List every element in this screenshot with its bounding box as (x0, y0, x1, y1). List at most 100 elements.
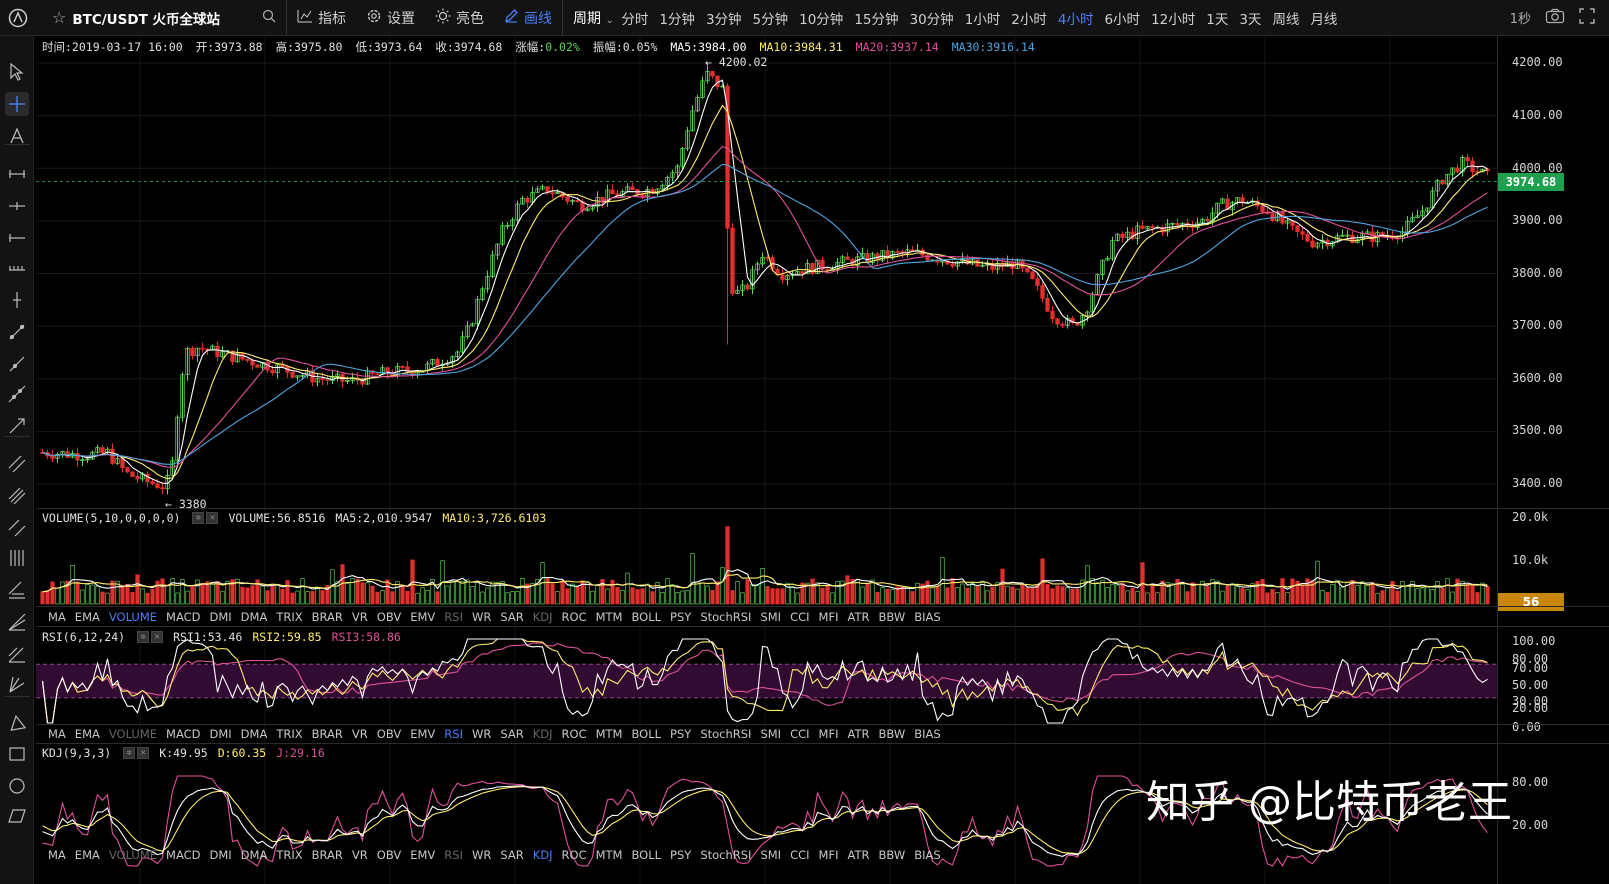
indicator-tab[interactable]: MFI (819, 727, 839, 741)
indicator-tab[interactable]: BIAS (914, 848, 940, 862)
indicator-tab[interactable]: VR (352, 727, 368, 741)
indicator-tab[interactable]: SMI (760, 848, 781, 862)
indicator-tab[interactable]: WR (472, 610, 491, 624)
indicator-tab[interactable]: SMI (760, 610, 781, 624)
indicator-tab[interactable]: SAR (500, 848, 523, 862)
indicator-tab[interactable]: MACD (166, 727, 200, 741)
current-price-tag: 3974.68 (1498, 172, 1564, 191)
indicator-tab[interactable]: BBW (878, 610, 905, 624)
indicator-tab[interactable]: BOLL (631, 727, 661, 741)
indicator-tab[interactable]: ATR (847, 610, 869, 624)
volume-bar (1130, 587, 1135, 605)
indicator-tab[interactable]: SAR (500, 727, 523, 741)
indicator-tab[interactable]: CCI (790, 610, 809, 624)
indicator-tab[interactable]: EMA (75, 727, 100, 741)
indicator-tab[interactable]: PSY (670, 727, 691, 741)
indicator-tab[interactable]: StochRSI (700, 727, 751, 741)
close-icon[interactable]: ✕ (206, 512, 219, 524)
indicator-tab[interactable]: MA (48, 848, 66, 862)
indicator-tab[interactable]: MACD (166, 610, 200, 624)
indicator-tab[interactable]: MTM (596, 727, 623, 741)
indicator-tab[interactable]: EMV (410, 610, 435, 624)
indicator-tab[interactable]: VOLUME (109, 610, 157, 624)
indicator-tab[interactable]: EMA (75, 610, 100, 624)
indicator-tab[interactable]: VOLUME (109, 727, 157, 741)
candle-body (375, 373, 380, 376)
indicator-tab[interactable]: MA (48, 727, 66, 741)
indicator-tab[interactable]: StochRSI (700, 848, 751, 862)
indicator-tab[interactable]: VR (352, 848, 368, 862)
indicator-tab[interactable]: TRIX (276, 610, 302, 624)
settings-icon[interactable]: ✲ (137, 631, 150, 643)
indicator-tab[interactable]: VOLUME (109, 848, 157, 862)
close-icon[interactable]: ✕ (137, 747, 150, 759)
indicator-tab[interactable]: BIAS (914, 610, 940, 624)
indicator-tab[interactable]: CCI (790, 848, 809, 862)
indicator-tab[interactable]: KDJ (533, 727, 553, 741)
indicator-tab[interactable]: PSY (670, 848, 691, 862)
volume-bar (460, 580, 465, 605)
indicator-tab[interactable]: EMV (410, 848, 435, 862)
indicator-tab[interactable]: ROC (562, 610, 587, 624)
indicator-tab[interactable]: RSI (444, 610, 463, 624)
indicator-tab[interactable]: KDJ (533, 610, 553, 624)
indicator-tab[interactable]: MTM (596, 610, 623, 624)
indicator-tab[interactable]: DMI (210, 610, 232, 624)
candle-body (155, 483, 160, 489)
indicator-tab[interactable]: DMI (210, 848, 232, 862)
indicator-tab[interactable]: BRAR (312, 610, 343, 624)
indicator-tab[interactable]: MA (48, 610, 66, 624)
close-icon[interactable]: ✕ (151, 631, 164, 643)
indicator-tab[interactable]: WR (472, 848, 491, 862)
candle-body (1055, 318, 1060, 325)
indicator-tab[interactable]: TRIX (276, 727, 302, 741)
volume-axis-label: 10.0k (1512, 553, 1549, 567)
indicator-tab[interactable]: DMA (241, 848, 268, 862)
indicator-tab[interactable]: OBV (377, 848, 401, 862)
indicator-tab[interactable]: SAR (500, 610, 523, 624)
pane-divider (36, 606, 1609, 607)
indicator-tab[interactable]: EMV (410, 727, 435, 741)
volume-bar (1155, 592, 1160, 605)
indicator-tab[interactable]: RSI (444, 848, 463, 862)
settings-icon[interactable]: ✲ (192, 512, 205, 524)
indicator-tab[interactable]: MACD (166, 848, 200, 862)
indicator-tab[interactable]: MFI (819, 848, 839, 862)
indicator-tab[interactable]: KDJ (533, 848, 553, 862)
indicator-tab[interactable]: StochRSI (700, 610, 751, 624)
indicator-tab[interactable]: BRAR (312, 727, 343, 741)
indicator-tab[interactable]: DMA (241, 610, 268, 624)
indicator-tab[interactable]: DMI (210, 727, 232, 741)
indicator-tab[interactable]: DMA (241, 727, 268, 741)
volume-bar (1480, 582, 1485, 605)
indicator-tab[interactable]: ATR (847, 727, 869, 741)
indicator-tab[interactable]: SMI (760, 727, 781, 741)
indicator-tab[interactable]: CCI (790, 727, 809, 741)
indicator-tab[interactable]: OBV (377, 610, 401, 624)
indicator-tab[interactable]: BOLL (631, 848, 661, 862)
volume-bar (735, 581, 740, 605)
settings-icon[interactable]: ✲ (123, 747, 136, 759)
indicator-tab[interactable]: BBW (878, 727, 905, 741)
indicator-tab[interactable]: MTM (596, 848, 623, 862)
indicator-tab[interactable]: PSY (670, 610, 691, 624)
kdj-j-value: J:29.16 (276, 746, 325, 760)
indicator-tab[interactable]: OBV (377, 727, 401, 741)
indicator-tab[interactable]: BBW (878, 848, 905, 862)
volume-bar (960, 583, 965, 605)
candle-body (1060, 323, 1065, 326)
indicator-tab[interactable]: BRAR (312, 848, 343, 862)
indicator-tab[interactable]: ROC (562, 727, 587, 741)
indicator-tab[interactable]: RSI (444, 727, 463, 741)
indicator-tab[interactable]: BIAS (914, 727, 940, 741)
indicator-tab[interactable]: WR (472, 727, 491, 741)
indicator-tab[interactable]: MFI (819, 610, 839, 624)
indicator-tab[interactable]: TRIX (276, 848, 302, 862)
indicator-tab[interactable]: ROC (562, 848, 587, 862)
volume-bar (825, 586, 830, 605)
indicator-tab[interactable]: EMA (75, 848, 100, 862)
indicator-tab[interactable]: BOLL (631, 610, 661, 624)
indicator-tab[interactable]: ATR (847, 848, 869, 862)
indicator-tab[interactable]: VR (352, 610, 368, 624)
volume-bar (480, 591, 485, 605)
